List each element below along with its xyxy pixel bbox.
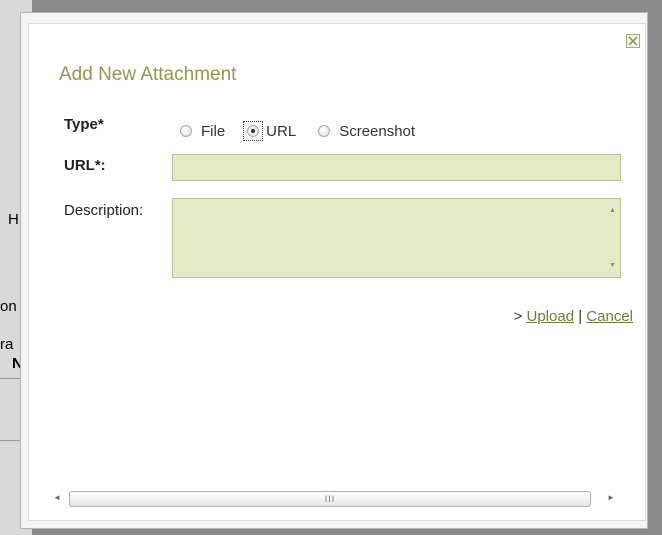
- cancel-link[interactable]: Cancel: [586, 308, 633, 325]
- url-radio[interactable]: [247, 125, 260, 137]
- scrollbar-grip: III: [324, 494, 336, 504]
- description-field[interactable]: [172, 198, 621, 278]
- screenshot-radio[interactable]: [318, 125, 331, 137]
- scroll-right-icon[interactable]: ►: [607, 493, 615, 502]
- upload-link[interactable]: Upload: [527, 308, 575, 325]
- url-label: URL*:: [64, 157, 106, 174]
- type-label: Type*: [64, 116, 104, 133]
- type-option-url[interactable]: URL: [243, 121, 296, 141]
- background-text: on: [0, 298, 17, 315]
- screenshot-radio-label[interactable]: Screenshot: [339, 123, 415, 140]
- type-option-screenshot[interactable]: Screenshot: [318, 123, 415, 140]
- url-field[interactable]: [172, 154, 621, 181]
- close-icon: [628, 36, 638, 46]
- description-label: Description:: [64, 202, 144, 219]
- type-option-file[interactable]: File: [180, 123, 225, 140]
- description-scrollbar[interactable]: ▲ ▼: [603, 199, 620, 277]
- scrollbar-thumb[interactable]: III: [69, 491, 591, 507]
- file-radio-label[interactable]: File: [201, 123, 225, 140]
- horizontal-scrollbar[interactable]: ◄ III ►: [51, 490, 619, 508]
- background-text: ra: [0, 336, 14, 353]
- url-radio-focus: [243, 121, 264, 141]
- scroll-left-icon[interactable]: ◄: [53, 493, 61, 502]
- scroll-up-icon[interactable]: ▲: [609, 207, 616, 214]
- scroll-down-icon[interactable]: ▼: [609, 262, 616, 269]
- background-text: H: [8, 211, 19, 228]
- actions-prefix: >: [513, 308, 523, 325]
- url-radio-label[interactable]: URL: [266, 123, 296, 140]
- dialog-actions: > Upload | Cancel: [514, 308, 633, 325]
- add-attachment-dialog: Add New Attachment Type* File URL Screen…: [28, 23, 646, 521]
- type-radio-group: File URL Screenshot: [180, 121, 437, 141]
- close-button[interactable]: [626, 34, 640, 48]
- file-radio[interactable]: [180, 125, 192, 137]
- dialog-title: Add New Attachment: [59, 64, 237, 85]
- actions-separator: |: [578, 308, 583, 325]
